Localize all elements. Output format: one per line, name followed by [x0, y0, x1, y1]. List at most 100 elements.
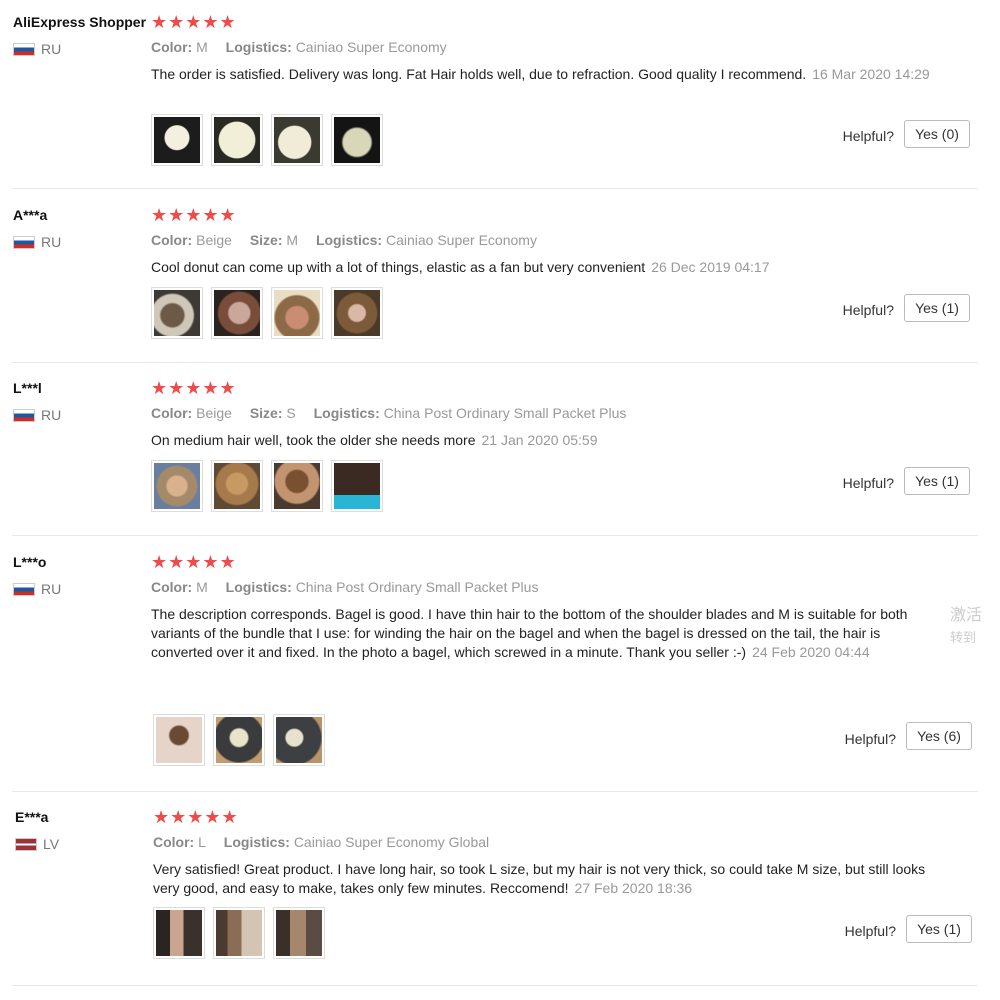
review-attributes: Color: M Logistics: Cainiao Super Econom…	[151, 39, 447, 55]
helpful-yes-button[interactable]: Yes (6)	[906, 722, 972, 750]
helpful-yes-button[interactable]: Yes (0)	[904, 120, 970, 148]
reviewer-name: AliExpress Shopper	[13, 14, 147, 30]
logistics-value: Cainiao Super Economy Global	[293, 834, 490, 850]
helpful-label: Helpful?	[842, 475, 894, 491]
review-photos	[153, 714, 333, 766]
star-rating: ★★★★★	[153, 807, 239, 827]
color-label: Color:	[151, 579, 193, 595]
helpful-yes-button[interactable]: Yes (1)	[904, 467, 970, 495]
review-photo[interactable]	[211, 287, 263, 339]
reviewer-name: L***l	[13, 380, 42, 396]
russia-flag-icon	[13, 235, 35, 249]
country-code: LV	[43, 836, 60, 852]
review-date: 16 Mar 2020 14:29	[812, 66, 930, 82]
review-divider	[12, 535, 978, 536]
review-body: On medium hair well, took the older she …	[151, 432, 476, 448]
review-photo[interactable]	[213, 714, 265, 766]
side-overlay-text: 激活 转到	[950, 607, 983, 645]
review-photo[interactable]	[153, 714, 205, 766]
review-text: Very satisfied! Great product. I have lo…	[153, 860, 943, 898]
helpful-yes-button[interactable]: Yes (1)	[906, 915, 972, 943]
country-code: RU	[41, 407, 62, 423]
review-photo[interactable]	[211, 460, 263, 512]
review-attributes: Color: Beige Size: M Logistics: Cainiao …	[151, 232, 537, 248]
review-photo[interactable]	[151, 114, 203, 166]
size-value: S	[286, 405, 296, 421]
logistics-label: Logistics:	[313, 405, 380, 421]
review-divider	[12, 362, 978, 363]
country-code: RU	[41, 234, 62, 250]
color-label: Color:	[151, 232, 193, 248]
review-divider	[12, 791, 978, 792]
logistics-value: China Post Ordinary Small Packet Plus	[295, 579, 539, 595]
size-label: Size:	[249, 232, 283, 248]
review-photo[interactable]	[273, 907, 325, 959]
reviewer-country: RU	[13, 41, 61, 57]
review-photo[interactable]	[213, 907, 265, 959]
color-label: Color:	[153, 834, 195, 850]
reviewer-name: A***a	[13, 207, 48, 223]
color-label: Color:	[151, 39, 193, 55]
review-body: Cool donut can come up with a lot of thi…	[151, 259, 646, 275]
review-body: The order is satisfied. Delivery was lon…	[151, 66, 807, 82]
review-date: 24 Feb 2020 04:44	[752, 644, 870, 660]
review-photo[interactable]	[331, 114, 383, 166]
reviewer-name: E***a	[15, 809, 49, 825]
review-photo[interactable]	[331, 287, 383, 339]
reviewer-name: L***o	[13, 554, 47, 570]
logistics-value: Cainiao Super Economy	[385, 232, 537, 248]
review-photo[interactable]	[151, 460, 203, 512]
country-code: RU	[41, 41, 62, 57]
star-rating: ★★★★★	[151, 552, 237, 572]
review-photos	[153, 907, 333, 959]
star-rating: ★★★★★	[151, 378, 237, 398]
country-code: RU	[41, 581, 62, 597]
helpful-label: Helpful?	[844, 923, 896, 939]
russia-flag-icon	[13, 42, 35, 56]
review-photo[interactable]	[273, 714, 325, 766]
review-attributes: Color: Beige Size: S Logistics: China Po…	[151, 405, 626, 421]
logistics-label: Logistics:	[223, 834, 290, 850]
russia-flag-icon	[13, 408, 35, 422]
review-text: The order is satisfied. Delivery was lon…	[151, 65, 941, 84]
review-attributes: Color: L Logistics: Cainiao Super Econom…	[153, 834, 489, 850]
review-photos	[151, 114, 391, 166]
helpful-label: Helpful?	[842, 302, 894, 318]
review-text: The description corresponds. Bagel is go…	[151, 605, 941, 673]
color-label: Color:	[151, 405, 193, 421]
review-date: 27 Feb 2020 18:36	[574, 880, 693, 896]
logistics-label: Logistics:	[225, 579, 292, 595]
reviewer-country: RU	[13, 407, 61, 423]
review-divider	[12, 188, 978, 189]
helpful-label: Helpful?	[844, 731, 896, 747]
helpful-label: Helpful?	[842, 128, 894, 144]
review-photo[interactable]	[211, 114, 263, 166]
review-attributes: Color: M Logistics: China Post Ordinary …	[151, 579, 538, 595]
reviewer-country: RU	[13, 581, 61, 597]
review-photo[interactable]	[271, 460, 323, 512]
review-text: On medium hair well, took the older she …	[151, 431, 941, 450]
review-photo[interactable]	[331, 460, 383, 512]
star-rating: ★★★★★	[151, 12, 237, 32]
russia-flag-icon	[13, 582, 35, 596]
review-photos	[151, 460, 391, 512]
logistics-value: China Post Ordinary Small Packet Plus	[383, 405, 627, 421]
helpful-yes-button[interactable]: Yes (1)	[904, 294, 970, 322]
review-photo[interactable]	[271, 114, 323, 166]
reviewer-country: RU	[13, 234, 61, 250]
color-value: L	[198, 834, 206, 850]
review-body: Very satisfied! Great product. I have lo…	[153, 861, 926, 896]
review-photo[interactable]	[153, 907, 205, 959]
reviewer-country: LV	[15, 836, 59, 852]
size-label: Size:	[249, 405, 283, 421]
logistics-label: Logistics:	[315, 232, 383, 248]
review-photo[interactable]	[271, 287, 323, 339]
review-photos	[151, 287, 391, 339]
logistics-value: Cainiao Super Economy	[295, 39, 447, 55]
star-rating: ★★★★★	[151, 205, 237, 225]
color-value: M	[196, 579, 208, 595]
color-value: Beige	[196, 405, 232, 421]
review-photo[interactable]	[151, 287, 203, 339]
color-value: Beige	[196, 232, 232, 248]
color-value: M	[196, 39, 208, 55]
